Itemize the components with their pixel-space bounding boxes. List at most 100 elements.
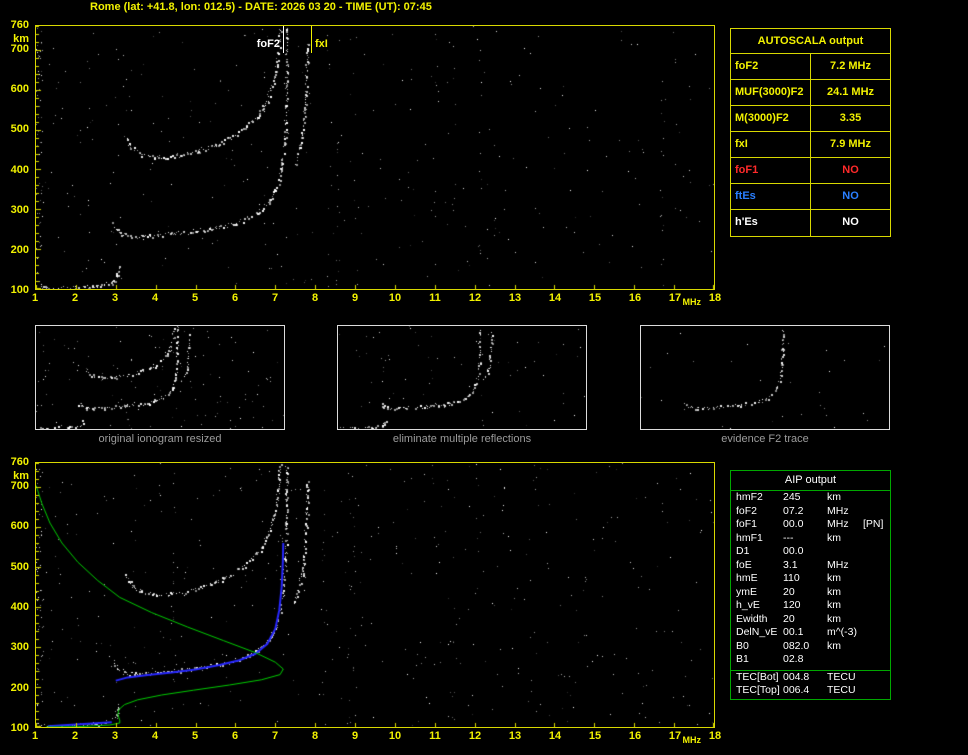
- aip-value: 02.8: [783, 653, 804, 665]
- autoscala-param: M(3000)F2: [731, 106, 811, 131]
- x-tick-label: 10: [388, 292, 402, 304]
- panel-eliminate-reflections: [337, 325, 587, 430]
- aip-table-title: AIP output: [731, 471, 890, 491]
- aip-param: foF1: [736, 518, 758, 530]
- aip-param: hmE: [736, 572, 758, 584]
- aip-extra: [PN]: [863, 518, 884, 530]
- aip-extra: [863, 586, 890, 600]
- x-tick-label: 5: [191, 292, 199, 304]
- aip-value: 07.2: [783, 504, 804, 517]
- aip-value: 00.0: [783, 545, 804, 557]
- x-tick-label: 14: [548, 730, 562, 742]
- aip-param: ymE: [736, 585, 757, 598]
- station-header: Rome (lat: +41.8, lon: 012.5) - DATE: 20…: [90, 1, 432, 13]
- y-tick-label: 700: [10, 480, 29, 493]
- aip-extra: [863, 653, 890, 667]
- aip-unit: [827, 653, 863, 667]
- panel-caption-original: original ionogram resized: [98, 433, 222, 445]
- x-tick-label: 4: [151, 730, 159, 742]
- y-tick-label: 400: [10, 601, 29, 614]
- aip-param: TEC[Top]: [736, 683, 780, 696]
- panel-original-ionogram: [35, 325, 285, 430]
- y-tick-label: 400: [10, 163, 29, 176]
- y-tick-label: 200: [10, 681, 29, 694]
- aip-row-Ewidth: Ewidth 20 km: [731, 613, 890, 627]
- aip-value: 004.8: [783, 670, 810, 683]
- aip-param: Ewidth: [736, 612, 768, 625]
- y-tick-label: 200: [10, 243, 29, 256]
- aip-value: 20: [783, 612, 795, 625]
- x-tick-label: 12: [468, 292, 482, 304]
- x-tick-label: 11: [429, 292, 441, 304]
- x-tick-label: 14: [548, 292, 562, 304]
- aip-value: 006.4: [783, 683, 810, 696]
- x-tick-label: 9: [351, 292, 359, 304]
- aip-param: TEC[Bot]: [736, 670, 779, 683]
- aip-value: 082.0: [783, 639, 810, 652]
- panel-evidence-f2-trace: [640, 325, 890, 430]
- x-tick-label: 7: [271, 292, 279, 304]
- autoscala-row-M(3000)F2: M(3000)F2 3.35: [731, 106, 890, 132]
- aip-row-foF1: foF1 00.0 MHz [PN]: [731, 518, 890, 532]
- aip-row-DelN_vE: DelN_vE 00.1 m^(-3): [731, 626, 890, 640]
- autoscala-value: NO: [842, 164, 859, 176]
- aip-row-ymE: ymE 20 km: [731, 586, 890, 600]
- aip-param: B0: [736, 639, 749, 652]
- autoscala-value: 3.35: [839, 112, 862, 124]
- fxi-marker-line: [311, 26, 312, 53]
- x-tick-label: 11: [429, 730, 441, 742]
- autoscala-value: 7.9 MHz: [830, 138, 871, 150]
- x-tick-label: 18: [708, 730, 722, 742]
- x-tick-label: 18: [708, 292, 722, 304]
- autoscala-value: 7.2 MHz: [830, 60, 871, 72]
- aip-tec-section: TEC[Bot] 004.8 TECU TEC[Top] 006.4 TECU: [731, 669, 890, 699]
- aip-param: h_vE: [736, 599, 760, 611]
- aip-tec-row-TEC[Top]: TEC[Top] 006.4 TECU: [731, 684, 890, 697]
- aip-extra: [863, 505, 890, 519]
- aip-unit: [827, 545, 863, 559]
- aip-extra: [863, 491, 890, 505]
- aip-row-foE: foE 3.1 MHz: [731, 559, 890, 573]
- aip-value: 245: [783, 491, 801, 503]
- aip-extra: [863, 599, 890, 613]
- autoscala-window: Rome (lat: +41.8, lon: 012.5) - DATE: 20…: [0, 0, 968, 755]
- aip-row-B0: B0 082.0 km: [731, 640, 890, 654]
- aip-unit: km: [827, 612, 841, 625]
- aip-extra: [863, 559, 890, 573]
- aip-table-body: hmF2 245 km foF2 07.2 MHz foF1 00.0 MHz [PN] hmF1 -…: [731, 491, 890, 667]
- aip-extra: [863, 626, 890, 640]
- x-tick-label: 5: [191, 730, 199, 742]
- aip-param: foF2: [736, 504, 758, 517]
- scaled-ionogram-plot: foF2 fxI: [35, 25, 715, 290]
- aip-param: hmF2: [736, 491, 763, 503]
- x-tick-label: 4: [151, 292, 159, 304]
- panel-caption-eliminate: eliminate multiple reflections: [392, 433, 532, 445]
- x-tick-label: 15: [588, 292, 602, 304]
- y-tick-label: 300: [10, 203, 29, 216]
- panel-caption-evidence: evidence F2 trace: [721, 433, 809, 445]
- aip-unit: m^(-3): [827, 626, 858, 638]
- aip-row-hmF1: hmF1 --- km: [731, 532, 890, 546]
- aip-unit: km: [827, 599, 841, 611]
- x-tick-label: 3: [111, 730, 119, 742]
- y-tick-label: 500: [10, 123, 29, 136]
- x-tick-label: 7: [271, 730, 279, 742]
- autoscala-value: NO: [842, 190, 859, 202]
- x-tick-label: 16: [628, 730, 642, 742]
- aip-param: foE: [736, 558, 752, 571]
- x-tick-label: 6: [231, 730, 239, 742]
- x-tick-label: 8: [311, 730, 319, 742]
- autoscala-value: NO: [842, 216, 859, 228]
- aip-row-foF2: foF2 07.2 MHz: [731, 505, 890, 519]
- aip-value: 120: [783, 599, 801, 611]
- autoscala-param: h'Es: [731, 210, 811, 236]
- x-tick-label: 2: [71, 292, 79, 304]
- aip-tec-row-TEC[Bot]: TEC[Bot] 004.8 TECU: [731, 671, 890, 684]
- x-tick-label: 9: [351, 730, 359, 742]
- aip-extra: [863, 572, 890, 586]
- aip-extra: [863, 613, 890, 627]
- y-tick-label: 600: [10, 520, 29, 533]
- fof2-marker-line: [283, 26, 284, 53]
- aip-value: 3.1: [783, 558, 798, 571]
- x-tick-label: 13: [508, 292, 522, 304]
